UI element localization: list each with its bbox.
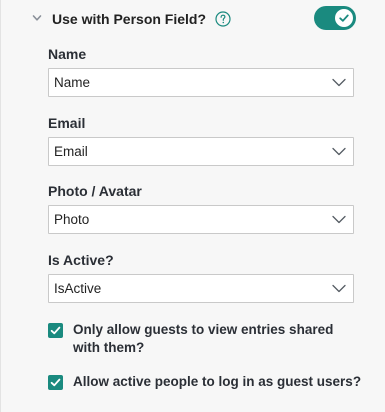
is-active-select[interactable]: IsActive (48, 274, 354, 303)
name-select[interactable]: Name (48, 68, 354, 97)
person-field-settings-panel: Use with Person Field? Name Name Email E… (0, 0, 385, 412)
check-icon (339, 14, 349, 22)
section-header[interactable]: Use with Person Field? (32, 8, 231, 30)
chevron-down-icon (332, 78, 346, 87)
chevron-down-icon (332, 215, 346, 224)
guest-view-shared-option[interactable]: Only allow guests to view entries shared… (48, 321, 363, 357)
name-select-value: Name (54, 75, 91, 90)
check-icon (50, 378, 61, 387)
email-field-label: Email (48, 115, 86, 131)
photo-select[interactable]: Photo (48, 205, 354, 234)
email-select-value: Email (54, 144, 88, 159)
active-people-guest-login-label[interactable]: Allow active people to log in as guest u… (73, 373, 363, 391)
guest-view-shared-checkbox[interactable] (48, 323, 63, 338)
chevron-down-icon[interactable] (32, 13, 42, 23)
name-field-label: Name (48, 46, 87, 62)
is-active-select-value: IsActive (54, 281, 102, 296)
email-select[interactable]: Email (48, 137, 354, 166)
active-people-guest-login-checkbox[interactable] (48, 375, 63, 390)
guest-view-shared-label[interactable]: Only allow guests to view entries shared… (73, 321, 363, 357)
chevron-down-icon (332, 147, 346, 156)
check-icon (50, 326, 61, 335)
is-active-field-label: Is Active? (48, 252, 114, 268)
active-people-guest-login-option[interactable]: Allow active people to log in as guest u… (48, 373, 363, 391)
help-icon[interactable] (215, 11, 231, 27)
photo-field-label: Photo / Avatar (48, 183, 142, 199)
photo-select-value: Photo (54, 212, 90, 227)
person-field-toggle[interactable] (314, 6, 356, 30)
toggle-knob (335, 9, 353, 27)
chevron-down-icon (332, 284, 346, 293)
section-title: Use with Person Field? (52, 11, 207, 27)
